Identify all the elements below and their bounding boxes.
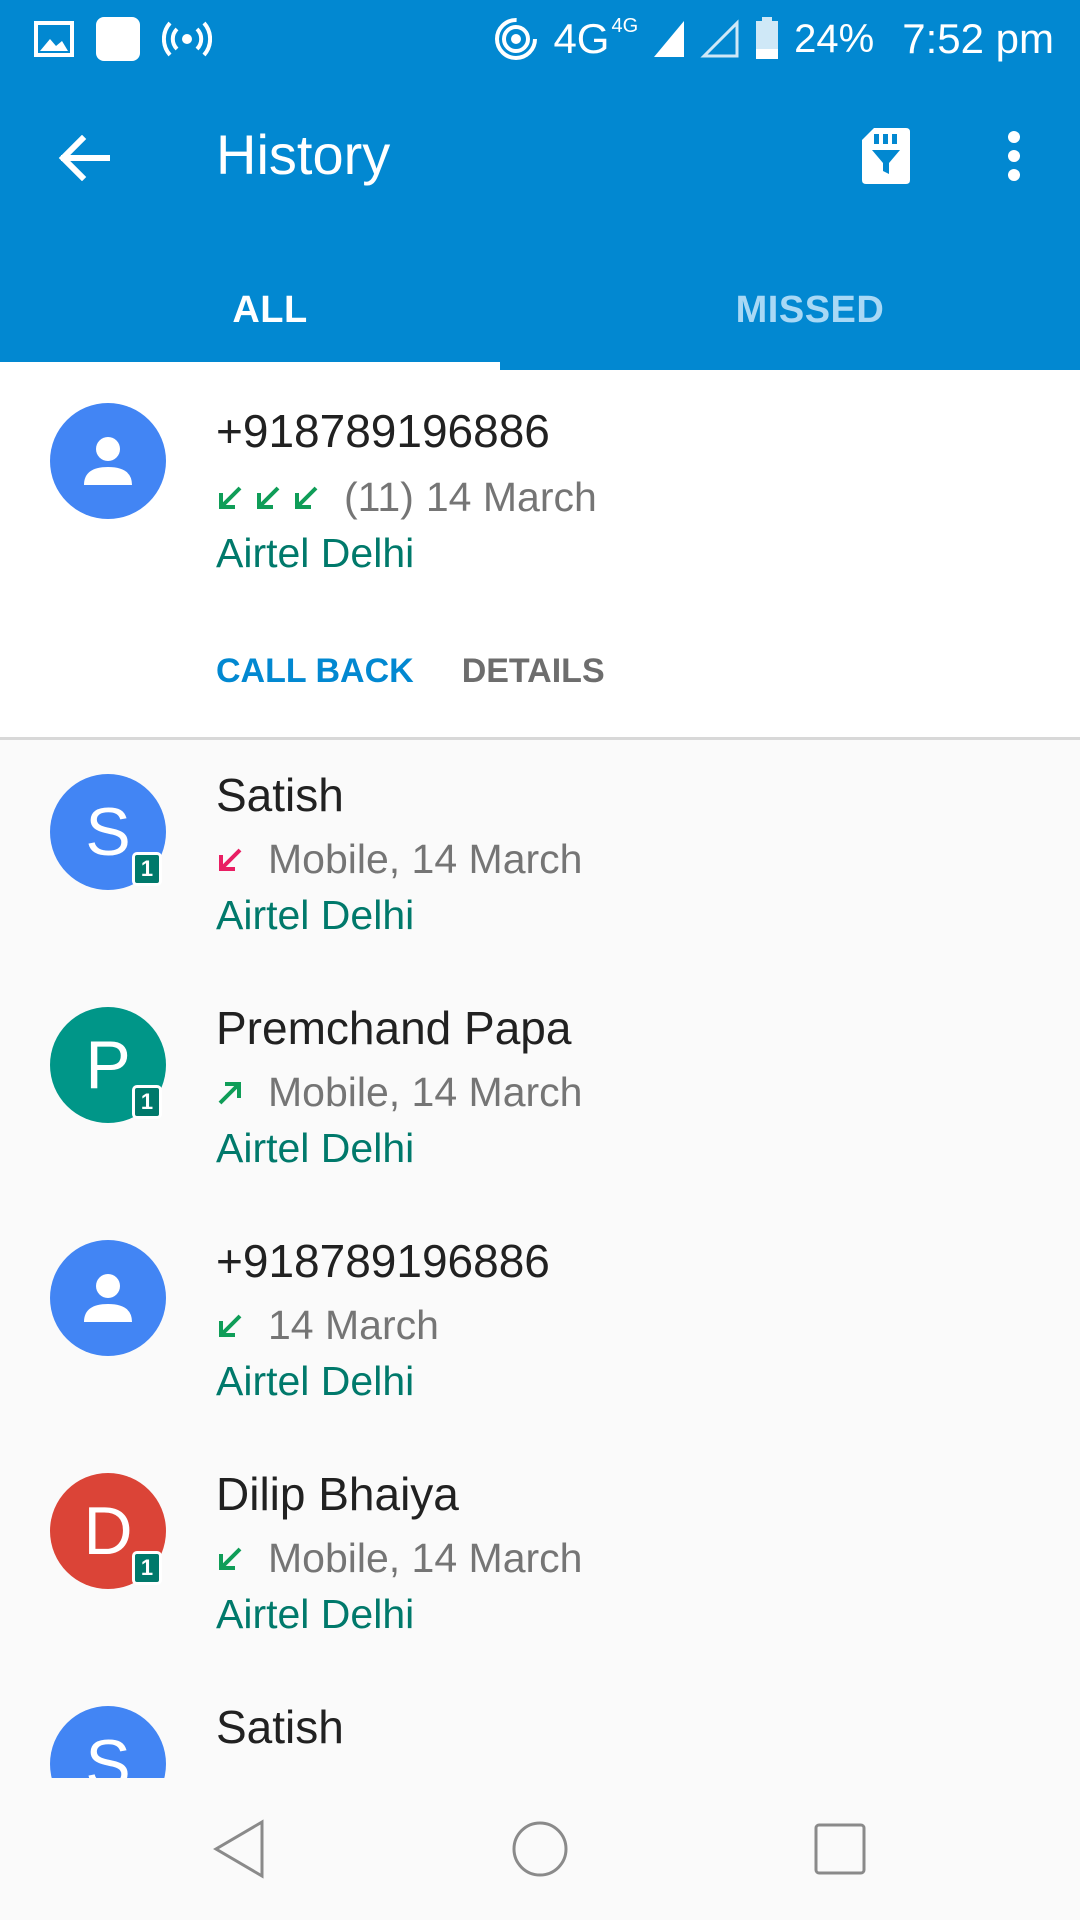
call-location: Airtel Delhi (216, 892, 415, 938)
sim-filter-button[interactable] (846, 116, 926, 196)
contact-name: Dilip Bhaiya (216, 1468, 459, 1520)
circle-home-icon (512, 1821, 568, 1877)
call-type-icons (216, 1079, 244, 1107)
call-type-icons (216, 484, 320, 512)
outgoing-call-icon (218, 1081, 241, 1104)
incoming-call-icon (219, 486, 242, 509)
gallery-notification-icon (34, 21, 74, 57)
triangle-back-icon (213, 1819, 264, 1879)
wifi-hotspot-icon (493, 16, 539, 62)
hotspot-icon (162, 19, 212, 59)
contact-name: +918789196886 (216, 1235, 550, 1287)
incoming-call-icon (219, 1547, 242, 1570)
navigation-bar (0, 1778, 1080, 1920)
call-entry[interactable]: +918789196886 14 March Airtel Delhi (0, 1206, 1080, 1439)
back-button[interactable] (36, 118, 132, 198)
network-type: 4G 4G (553, 15, 638, 63)
square-recents-icon (814, 1823, 866, 1875)
sim-badge: 1 (132, 1085, 162, 1119)
call-history-list: +918789196886 (11) 14 March Airtel Delhi… (0, 370, 1080, 1778)
status-bar: 4G 4G 24% 7:52 pm (0, 0, 1080, 78)
avatar[interactable]: S (50, 1706, 166, 1778)
call-meta: Mobile, 14 March (216, 1069, 582, 1116)
call-entry[interactable]: S 1 Satish (0, 1672, 1080, 1778)
app-bar: History (0, 78, 1080, 250)
incoming-call-icon (219, 1314, 242, 1337)
person-icon (84, 1274, 132, 1322)
call-detail: Mobile, 14 March (268, 1535, 583, 1581)
nav-back-button[interactable] (190, 1804, 290, 1894)
avatar (50, 403, 166, 519)
entry-actions: CALL BACK DETAILS (216, 652, 605, 691)
call-meta: (11) 14 March (216, 474, 597, 521)
call-type-icons (216, 846, 244, 874)
battery-icon (754, 17, 780, 61)
call-count: (11) (344, 474, 414, 520)
clock: 7:52 pm (902, 15, 1054, 62)
sim-card-filter-icon (862, 128, 910, 184)
call-meta: Mobile, 14 March (216, 1535, 582, 1582)
call-location: Airtel Delhi (216, 1125, 415, 1171)
app-notification-icon (94, 15, 142, 63)
arrow-left-icon (58, 135, 110, 181)
call-back-button[interactable]: CALL BACK (216, 652, 414, 691)
network-type-label: 4G (553, 15, 610, 62)
call-type-icons (216, 1312, 244, 1340)
battery-percent: 24% (794, 16, 875, 61)
call-location: Airtel Delhi (216, 530, 415, 576)
tab-missed[interactable]: MISSED (540, 250, 1080, 370)
page-title: History (216, 123, 391, 186)
contact-name: Premchand Papa (216, 1002, 572, 1054)
contact-name: Satish (216, 769, 344, 821)
call-detail: Mobile, 14 March (268, 1069, 583, 1115)
call-entry[interactable]: D 1 Dilip Bhaiya Mobile, 14 March Airtel… (0, 1439, 1080, 1672)
call-entry[interactable]: S 1 Satish Mobile, 14 March Airtel Delhi (0, 740, 1080, 973)
signal-full-icon (652, 19, 686, 59)
details-button[interactable]: DETAILS (462, 652, 605, 691)
more-vertical-icon (1008, 131, 1020, 181)
call-type-icons (216, 1545, 244, 1573)
call-meta: 14 March (216, 1302, 439, 1349)
call-detail: Mobile, 14 March (268, 836, 583, 882)
contact-name: +918789196886 (216, 405, 550, 457)
incoming-call-icon (295, 486, 318, 509)
nav-recents-button[interactable] (790, 1804, 890, 1894)
incoming-call-icon (257, 486, 280, 509)
more-options-button[interactable] (976, 116, 1052, 196)
person-icon (84, 437, 132, 485)
call-location: Airtel Delhi (216, 1358, 415, 1404)
sim-badge: 1 (132, 852, 162, 886)
call-date: 14 March (425, 474, 597, 520)
avatar[interactable] (50, 1240, 166, 1356)
tab-all[interactable]: ALL (0, 250, 540, 370)
signal-empty-icon (700, 19, 740, 59)
call-entry[interactable]: P 1 Premchand Papa Mobile, 14 March Airt… (0, 973, 1080, 1206)
call-entry-expanded[interactable]: +918789196886 (11) 14 March Airtel Delhi… (0, 370, 1080, 740)
missed-call-icon (219, 848, 242, 871)
sim-badge: 1 (132, 1551, 162, 1585)
call-meta: Mobile, 14 March (216, 836, 582, 883)
call-detail: 14 March (268, 1302, 439, 1348)
contact-name: Satish (216, 1701, 344, 1753)
tab-bar: ALL MISSED (0, 250, 1080, 370)
network-type-superscript: 4G (611, 15, 639, 37)
call-location: Airtel Delhi (216, 1591, 415, 1637)
nav-home-button[interactable] (490, 1804, 590, 1894)
